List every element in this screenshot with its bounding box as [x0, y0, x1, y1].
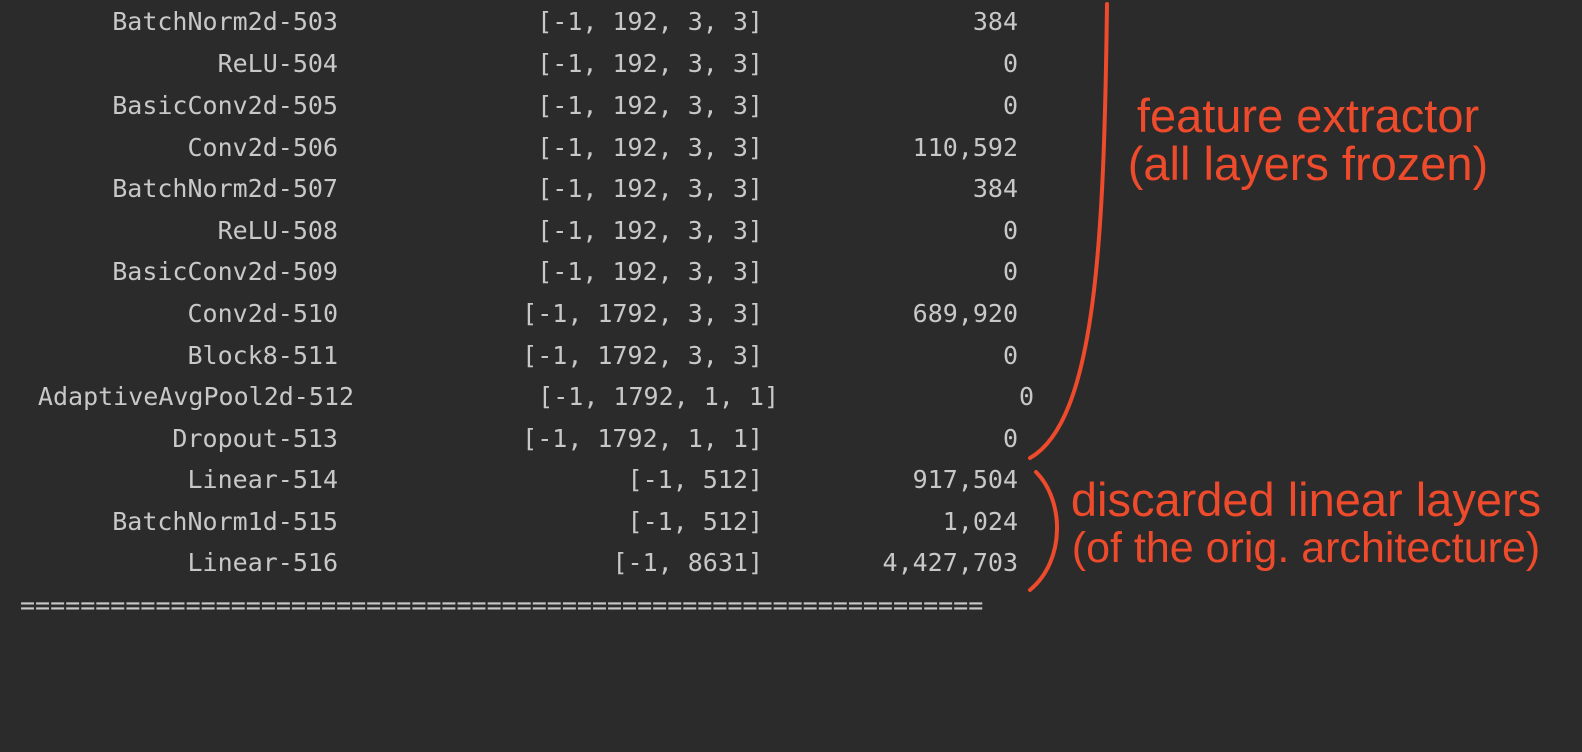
output-shape: [-1, 192, 3, 3]: [537, 174, 763, 203]
param-count: 384: [972, 174, 1018, 203]
layer-name: BatchNorm2d-507: [112, 174, 338, 203]
table-row: Block8-511 [-1, 1792, 3, 3] 0: [0, 335, 1060, 377]
output-shape: [-1, 1792, 3, 3]: [522, 341, 763, 370]
table-row: ReLU-508 [-1, 192, 3, 3] 0: [0, 210, 1060, 252]
table-row: BatchNorm1d-515 [-1, 512] 1,024: [0, 501, 1060, 543]
output-shape: [-1, 192, 3, 3]: [537, 91, 763, 120]
table-row: Linear-516 [-1, 8631] 4,427,703: [0, 542, 1060, 584]
output-shape: [-1, 512]: [627, 507, 763, 536]
table-row: BatchNorm2d-503 [-1, 192, 3, 3] 384: [0, 1, 1060, 43]
discarded-layers-label: discarded linear layers: [1070, 473, 1542, 526]
layer-name: AdaptiveAvgPool2d-512: [37, 382, 354, 411]
layer-name: ReLU-508: [217, 216, 338, 245]
table-row: BasicConv2d-505 [-1, 192, 3, 3] 0: [0, 85, 1060, 127]
layer-name: Conv2d-510: [187, 299, 338, 328]
layer-name: BasicConv2d-509: [112, 257, 338, 286]
layer-name: Conv2d-506: [187, 133, 338, 162]
table-row: ReLU-504 [-1, 192, 3, 3] 0: [0, 43, 1060, 85]
output-shape: [-1, 192, 3, 3]: [537, 7, 763, 36]
layer-name: BasicConv2d-505: [112, 91, 338, 120]
param-count: 0: [1002, 424, 1018, 453]
output-shape: [-1, 1792, 3, 3]: [522, 299, 763, 328]
feature-extractor-sublabel: (all layers frozen): [1127, 137, 1489, 190]
output-shape: [-1, 192, 3, 3]: [537, 216, 763, 245]
param-count: 384: [972, 7, 1018, 36]
layer-name: Block8-511: [187, 341, 338, 370]
layer-name: BatchNorm1d-515: [112, 507, 338, 536]
output-shape: [-1, 512]: [627, 465, 763, 494]
model-summary-console: BatchNorm2d-503 [-1, 192, 3, 3] 384 ReLU…: [0, 0, 1582, 626]
table-row: BatchNorm2d-507 [-1, 192, 3, 3] 384: [0, 168, 1060, 210]
discarded-layers-sublabel: (of the orig. architecture): [1071, 524, 1541, 572]
table-row: Dropout-513 [-1, 1792, 1, 1] 0: [0, 418, 1060, 460]
layer-name: Linear-516: [187, 548, 338, 577]
discarded-layers-annotation: discarded linear layers (of the orig. ar…: [1056, 473, 1556, 573]
param-count: 0: [1002, 49, 1018, 78]
feature-extractor-label: feature extractor: [1136, 89, 1480, 142]
output-shape: [-1, 1792, 1, 1]: [522, 424, 763, 453]
param-count: 689,920: [912, 299, 1018, 328]
output-shape: [-1, 192, 3, 3]: [537, 257, 763, 286]
table-row: AdaptiveAvgPool2d-512 [-1, 1792, 1, 1] 0: [0, 376, 1060, 418]
param-count: 0: [1018, 382, 1034, 411]
param-count: 110,592: [912, 133, 1018, 162]
layer-name: Dropout-513: [172, 424, 338, 453]
feature-extractor-annotation: feature extractor (all layers frozen): [1112, 92, 1504, 188]
table-row: Linear-514 [-1, 512] 917,504: [0, 459, 1060, 501]
table-row: BasicConv2d-509 [-1, 192, 3, 3] 0: [0, 251, 1060, 293]
layer-name: BatchNorm2d-503: [112, 7, 338, 36]
param-count: 4,427,703: [882, 548, 1018, 577]
param-count: 0: [1002, 341, 1018, 370]
output-shape: [-1, 192, 3, 3]: [537, 133, 763, 162]
param-count: 0: [1002, 216, 1018, 245]
output-shape: [-1, 1792, 1, 1]: [538, 382, 779, 411]
param-count: 917,504: [912, 465, 1018, 494]
layer-name: Linear-514: [187, 465, 338, 494]
summary-separator: ========================================…: [20, 591, 984, 620]
param-count: 0: [1002, 257, 1018, 286]
table-row: Conv2d-506 [-1, 192, 3, 3] 110,592: [0, 127, 1060, 169]
table-row: Conv2d-510 [-1, 1792, 3, 3] 689,920: [0, 293, 1060, 335]
output-shape: [-1, 192, 3, 3]: [537, 49, 763, 78]
param-count: 0: [1002, 91, 1018, 120]
output-shape: [-1, 8631]: [612, 548, 763, 577]
layer-name: ReLU-504: [217, 49, 338, 78]
param-count: 1,024: [942, 507, 1018, 536]
